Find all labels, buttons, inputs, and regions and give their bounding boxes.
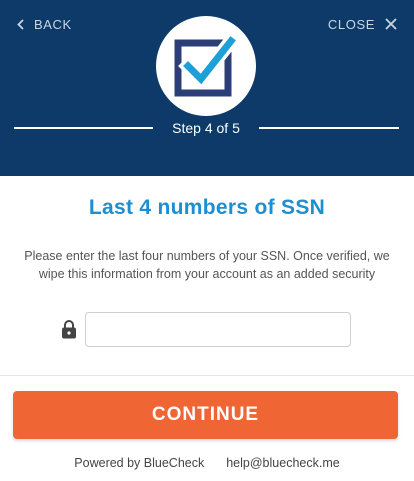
close-label: CLOSE — [327, 16, 375, 32]
logo — [156, 16, 256, 116]
step-divider-left — [14, 127, 153, 129]
divider — [0, 375, 414, 376]
header-bar: BACK CLOSE Step 4 of 5 — [0, 0, 414, 176]
step-divider-right — [259, 127, 399, 129]
checkbox-check-icon — [174, 33, 239, 97]
close-icon — [385, 18, 397, 30]
continue-button[interactable]: CONTINUE — [13, 391, 398, 439]
footer: Powered by BlueCheck help@bluecheck.me — [0, 456, 414, 470]
powered-by-text: Powered by BlueCheck — [74, 456, 205, 470]
back-label: BACK — [34, 16, 72, 32]
close-button[interactable]: CLOSE — [328, 14, 397, 34]
help-email-link[interactable]: help@bluecheck.me — [226, 456, 339, 470]
step-indicator: Step 4 of 5 — [172, 120, 240, 136]
description-text: Please enter the last four numbers of yo… — [24, 249, 390, 281]
back-button[interactable]: BACK — [17, 14, 72, 34]
chevron-left-icon — [17, 18, 24, 30]
page-title: Last 4 numbers of SSN — [88, 196, 326, 219]
ssn-input[interactable] — [85, 312, 351, 347]
lock-icon — [62, 320, 76, 339]
